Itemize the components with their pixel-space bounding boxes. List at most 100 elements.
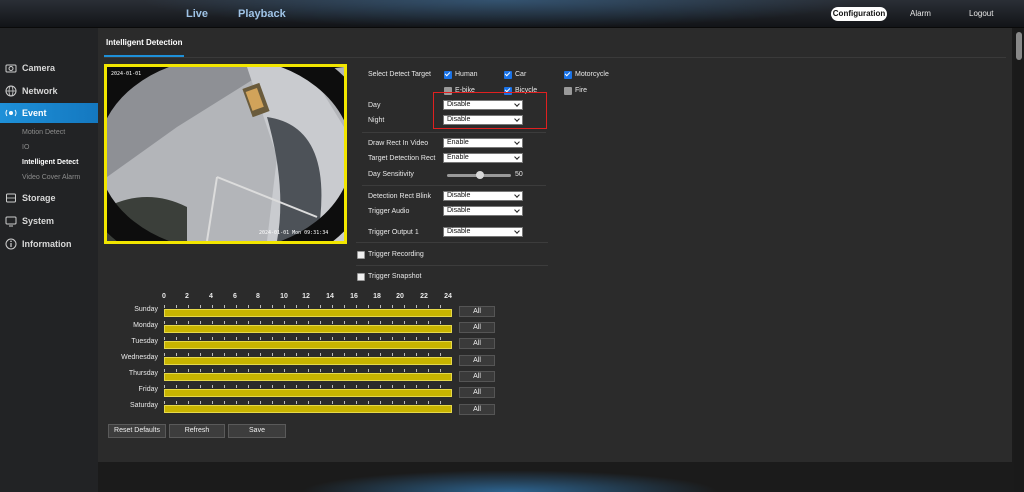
sidebar-item-system[interactable]: System <box>0 211 98 231</box>
trigger-output-value: Disable <box>447 228 471 235</box>
all-button-sunday[interactable]: All <box>459 306 495 317</box>
event-icon <box>5 109 17 117</box>
hour-ticks <box>164 385 452 388</box>
video-preview[interactable]: 2024-01-01 2024-01-01 Mon 09:31:34 <box>104 64 347 244</box>
all-button-saturday[interactable]: All <box>459 404 495 415</box>
human-checkbox[interactable] <box>444 71 452 79</box>
sidebar-item-network[interactable]: Network <box>0 81 98 101</box>
information-icon <box>5 238 17 250</box>
all-button-friday[interactable]: All <box>459 387 495 398</box>
hour-label: 4 <box>209 293 213 300</box>
schedule-bar-monday[interactable] <box>164 325 452 333</box>
motorcycle-checkbox[interactable] <box>564 71 572 79</box>
day-label-thursday: Thursday <box>128 370 158 377</box>
rect-blink-select[interactable]: Disable <box>443 191 523 201</box>
sidebar: Camera Network Event Motion Detect IO In… <box>0 28 104 492</box>
hour-label: 22 <box>420 293 428 300</box>
hour-label: 8 <box>256 293 260 300</box>
night-label: Night <box>368 117 385 124</box>
scrollbar[interactable] <box>1014 28 1024 492</box>
video-timestamp-top: 2024-01-01 <box>111 71 142 77</box>
refresh-button[interactable]: Refresh <box>169 424 225 438</box>
schedule-bar-wednesday[interactable] <box>164 357 452 365</box>
divider <box>362 185 546 186</box>
all-button-tuesday[interactable]: All <box>459 338 495 349</box>
detect-target-label: Select Detect Target <box>368 71 431 78</box>
chevron-down-icon <box>514 154 520 160</box>
system-icon <box>5 216 17 227</box>
sidebar-item-label: Camera <box>22 63 56 73</box>
sidebar-item-camera[interactable]: Camera <box>0 58 98 78</box>
day-label-wednesday: Wednesday <box>121 354 158 361</box>
rect-blink-value: Disable <box>447 192 471 199</box>
hour-label: 6 <box>233 293 237 300</box>
sensitivity-label: Day Sensitivity <box>368 171 414 178</box>
sensitivity-slider-handle[interactable] <box>476 171 484 179</box>
save-button[interactable]: Save <box>228 424 286 438</box>
nav-live[interactable]: Live <box>186 8 208 20</box>
sidebar-item-label: Event <box>22 108 47 118</box>
draw-rect-select[interactable]: Enable <box>443 138 523 148</box>
day-label-sunday: Sunday <box>134 306 158 313</box>
sidebar-item-label: Network <box>22 86 58 96</box>
trigger-recording-checkbox[interactable] <box>357 251 365 259</box>
hour-label: 12 <box>302 293 310 300</box>
nav-logout[interactable]: Logout <box>969 9 993 18</box>
rect-blink-label: Detection Rect Blink <box>368 193 432 200</box>
trigger-snapshot-checkbox[interactable] <box>357 273 365 281</box>
all-button-monday[interactable]: All <box>459 322 495 333</box>
chevron-down-icon <box>514 207 520 213</box>
trigger-snapshot-label: Trigger Snapshot <box>368 273 422 280</box>
hour-label: 10 <box>280 293 288 300</box>
hour-label: 18 <box>373 293 381 300</box>
all-button-thursday[interactable]: All <box>459 371 495 382</box>
nav-alarm[interactable]: Alarm <box>910 9 931 18</box>
all-button-wednesday[interactable]: All <box>459 355 495 366</box>
schedule-bar-saturday[interactable] <box>164 405 452 413</box>
schedule-bar-thursday[interactable] <box>164 373 452 381</box>
hour-label: 16 <box>350 293 358 300</box>
sidebar-item-event[interactable]: Event <box>0 103 104 123</box>
sidebar-item-label: Information <box>22 239 72 249</box>
target-rect-select[interactable]: Enable <box>443 153 523 163</box>
day-label: Day <box>368 102 381 109</box>
sidebar-item-information[interactable]: Information <box>0 234 98 254</box>
nav-playback[interactable]: Playback <box>238 8 286 20</box>
trigger-audio-select[interactable]: Disable <box>443 206 523 216</box>
schedule-bar-sunday[interactable] <box>164 309 452 317</box>
hour-label: 24 <box>444 293 452 300</box>
camera-feed-image <box>107 67 344 241</box>
target-rect-label: Target Detection Rect <box>368 155 436 162</box>
trigger-audio-value: Disable <box>447 207 471 214</box>
sub-item-motion-detect[interactable]: Motion Detect <box>22 129 65 136</box>
chevron-down-icon <box>514 228 520 234</box>
sub-item-io[interactable]: IO <box>22 144 29 151</box>
network-icon <box>5 85 17 97</box>
fire-label: Fire <box>575 87 588 94</box>
bottom-glow <box>300 470 720 492</box>
sidebar-item-storage[interactable]: Storage <box>0 188 98 208</box>
hour-label: 0 <box>162 293 166 300</box>
nav-configuration[interactable]: Configuration <box>831 7 887 21</box>
scrollbar-thumb[interactable] <box>1016 32 1022 60</box>
sidebar-item-label: Storage <box>22 193 56 203</box>
trigger-output-label: Trigger Output 1 <box>368 229 419 236</box>
sub-item-intelligent-detect[interactable]: Intelligent Detect <box>22 159 78 166</box>
divider <box>356 265 548 266</box>
video-timestamp: 2024-01-01 Mon 09:31:34 <box>259 230 329 236</box>
fire-checkbox[interactable] <box>564 87 572 95</box>
target-rect-value: Enable <box>447 154 469 161</box>
top-navigation-bar: Live Playback Configuration Alarm Logout <box>0 0 1024 28</box>
sub-item-video-cover-alarm[interactable]: Video Cover Alarm <box>22 174 80 181</box>
trigger-output-select[interactable]: Disable <box>443 227 523 237</box>
hour-label: 20 <box>396 293 404 300</box>
reset-defaults-button[interactable]: Reset Defaults <box>108 424 166 438</box>
schedule-bar-friday[interactable] <box>164 389 452 397</box>
chevron-down-icon <box>514 139 520 145</box>
schedule-bar-tuesday[interactable] <box>164 341 452 349</box>
car-checkbox[interactable] <box>504 71 512 79</box>
hour-ticks <box>164 305 452 308</box>
car-label: Car <box>515 71 527 78</box>
camera-icon <box>5 64 17 73</box>
day-label-friday: Friday <box>138 386 158 393</box>
